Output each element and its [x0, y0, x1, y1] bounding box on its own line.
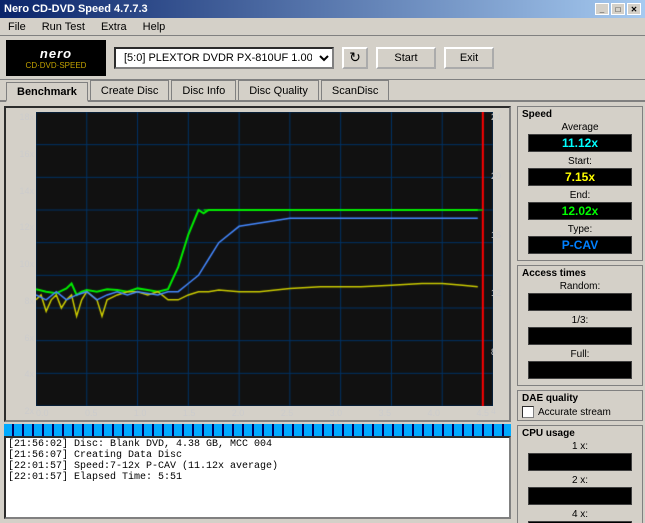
- x-axis-labels: 0.0 0.5 1.0 1.5 2.0 2.5 3.0 3.5 4.0 4.5: [36, 408, 489, 418]
- full-value: [528, 361, 632, 379]
- log-line: [22:01:57] Elapsed Time: 5:51: [8, 472, 507, 483]
- refresh-button[interactable]: ↻: [342, 47, 368, 69]
- speed-start-row: Start: 7.15x: [522, 156, 638, 187]
- cpu-1x-row: 1 x:: [522, 441, 638, 472]
- speed-start-value: 7.15x: [528, 168, 632, 186]
- speed-type-value: P-CAV: [528, 236, 632, 254]
- tab-create-disc[interactable]: Create Disc: [90, 80, 169, 100]
- maximize-button[interactable]: □: [611, 3, 625, 15]
- cpu-2x-label: 2 x:: [572, 475, 588, 486]
- log-line: [21:56:02] Disc: Blank DVD, 4.38 GB, MCC…: [8, 439, 507, 450]
- speed-average-value: 11.12x: [528, 134, 632, 152]
- start-button[interactable]: Start: [376, 47, 436, 69]
- full-row: Full:: [522, 349, 638, 380]
- accurate-stream-label: Accurate stream: [538, 407, 611, 418]
- benchmark-chart: [36, 112, 493, 406]
- onethird-label: 1/3:: [572, 315, 589, 326]
- speed-section: Speed Average 11.12x Start: 7.15x End: 1…: [517, 106, 643, 261]
- speed-start-label: Start:: [568, 156, 592, 167]
- menu-help[interactable]: Help: [139, 20, 170, 34]
- cpu-title: CPU usage: [522, 428, 638, 439]
- menu-bar: File Run Test Extra Help: [0, 18, 645, 36]
- speed-title: Speed: [522, 109, 638, 120]
- menu-extra[interactable]: Extra: [97, 20, 131, 34]
- drive-selector: [5:0] PLEXTOR DVDR PX-810UF 1.00: [114, 47, 334, 69]
- random-row: Random:: [522, 281, 638, 312]
- title-bar-buttons: _ □ ✕: [595, 3, 641, 15]
- exit-button[interactable]: Exit: [444, 47, 494, 69]
- onethird-value: [528, 327, 632, 345]
- speed-end-label: End:: [570, 190, 591, 201]
- chart-and-log: 18x 16x 14x 12x 10x 8x 6x 4x 2x 24 20 16…: [0, 102, 515, 523]
- cpu-2x-value: [528, 487, 632, 505]
- speed-average-label: Average: [561, 122, 598, 133]
- access-times-title: Access times: [522, 268, 638, 279]
- menu-file[interactable]: File: [4, 20, 30, 34]
- random-label: Random:: [560, 281, 601, 292]
- tab-disc-info[interactable]: Disc Info: [171, 80, 236, 100]
- drive-dropdown[interactable]: [5:0] PLEXTOR DVDR PX-810UF 1.00: [114, 47, 334, 69]
- content-row: 18x 16x 14x 12x 10x 8x 6x 4x 2x 24 20 16…: [0, 102, 645, 523]
- log-line: [22:01:57] Speed:7-12x P-CAV (11.12x ave…: [8, 461, 507, 472]
- accurate-stream-checkbox[interactable]: [522, 406, 534, 418]
- speed-type-row: Type: P-CAV: [522, 224, 638, 255]
- dae-title: DAE quality: [522, 393, 638, 404]
- dae-quality-section: DAE quality Accurate stream: [517, 390, 643, 421]
- title-bar: Nero CD-DVD Speed 4.7.7.3 _ □ ✕: [0, 0, 645, 18]
- cpu-2x-row: 2 x:: [522, 475, 638, 506]
- tab-scandisc[interactable]: ScanDisc: [321, 80, 389, 100]
- random-value: [528, 293, 632, 311]
- logo-nero: nero: [40, 46, 72, 61]
- progress-bar: [4, 424, 511, 436]
- cpu-usage-section: CPU usage 1 x: 2 x: 4 x: 8 x:: [517, 425, 643, 523]
- logo-sub: CD·DVD·SPEED: [26, 61, 87, 70]
- tabs-bar: Benchmark Create Disc Disc Info Disc Qua…: [0, 80, 645, 102]
- progress-bar-fill: [4, 424, 511, 436]
- menu-run-test[interactable]: Run Test: [38, 20, 89, 34]
- y-axis-left: 18x 16x 14x 12x 10x 8x 6x 4x 2x: [6, 108, 36, 420]
- speed-average-row: Average 11.12x: [522, 122, 638, 153]
- tab-disc-quality[interactable]: Disc Quality: [238, 80, 319, 100]
- close-button[interactable]: ✕: [627, 3, 641, 15]
- speed-type-label: Type:: [568, 224, 592, 235]
- tab-benchmark[interactable]: Benchmark: [6, 82, 88, 102]
- right-panel: Speed Average 11.12x Start: 7.15x End: 1…: [515, 102, 645, 523]
- full-label: Full:: [571, 349, 590, 360]
- log-box: [21:56:02] Disc: Blank DVD, 4.38 GB, MCC…: [4, 436, 511, 519]
- speed-end-value: 12.02x: [528, 202, 632, 220]
- onethird-row: 1/3:: [522, 315, 638, 346]
- minimize-button[interactable]: _: [595, 3, 609, 15]
- log-line: [21:56:07] Creating Data Disc: [8, 450, 507, 461]
- cpu-4x-label: 4 x:: [572, 509, 588, 520]
- cpu-1x-value: [528, 453, 632, 471]
- header-area: nero CD·DVD·SPEED [5:0] PLEXTOR DVDR PX-…: [0, 36, 645, 80]
- window-title: Nero CD-DVD Speed 4.7.7.3: [4, 3, 148, 15]
- cpu-1x-label: 1 x:: [572, 441, 588, 452]
- log-section: [21:56:02] Disc: Blank DVD, 4.38 GB, MCC…: [4, 424, 511, 519]
- access-times-section: Access times Random: 1/3: Full:: [517, 265, 643, 386]
- chart-area: 18x 16x 14x 12x 10x 8x 6x 4x 2x 24 20 16…: [4, 106, 511, 422]
- cpu-4x-row: 4 x:: [522, 509, 638, 523]
- logo: nero CD·DVD·SPEED: [6, 40, 106, 76]
- accurate-stream-row: Accurate stream: [522, 406, 638, 418]
- speed-end-row: End: 12.02x: [522, 190, 638, 221]
